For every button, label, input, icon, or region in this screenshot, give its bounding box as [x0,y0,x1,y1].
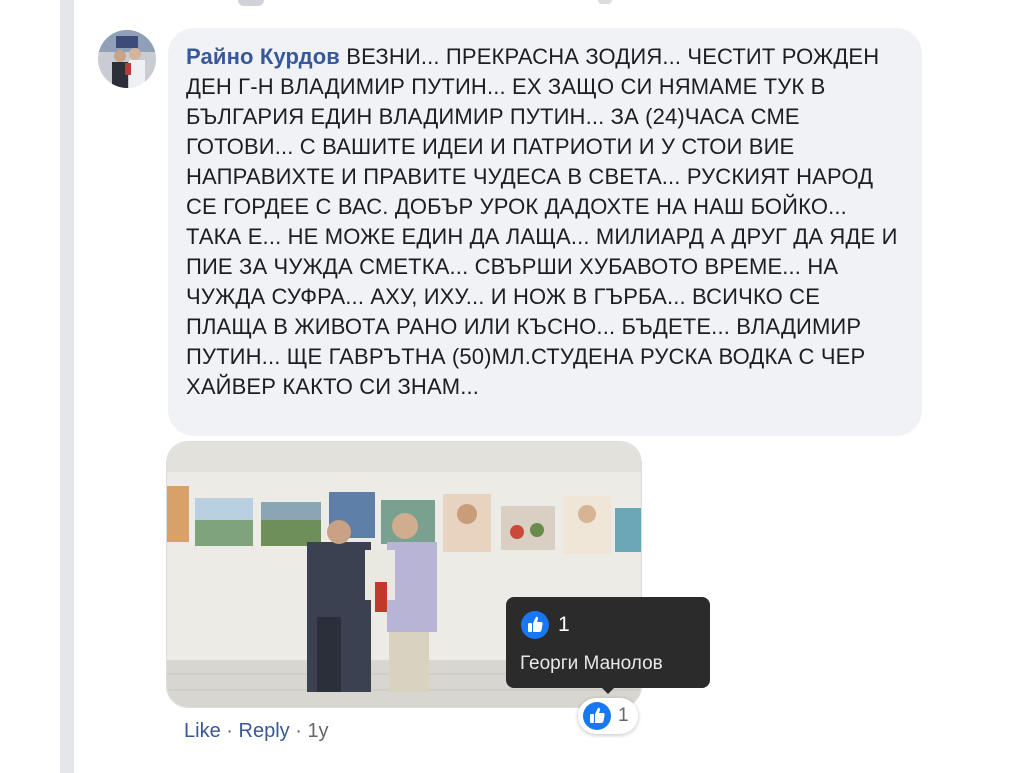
comment-actions: Like · Reply · 1y [184,718,329,744]
previous-comment-avatar-edge [238,0,264,6]
like-icon [583,702,611,730]
reaction-count: 1 [618,705,629,726]
comment-author-link[interactable]: Райно Курдов [186,44,340,69]
previous-comment-edge [598,0,612,4]
comment-bubble: Райно Курдов ВЕЗНИ... ПРЕКРАСНА ЗОДИЯ...… [168,28,922,436]
avatar[interactable] [98,30,156,88]
comment-timestamp[interactable]: 1y [307,720,328,742]
reactions-tooltip: 1 Георги Манолов [506,597,710,688]
avatar-photo [98,30,156,88]
separator-dot: · [295,720,302,742]
comment-body: Райно Курдов ВЕЗНИ... ПРЕКРАСНА ЗОДИЯ...… [186,42,902,402]
tooltip-caret [600,686,616,694]
reaction-count-pill[interactable]: 1 [578,698,638,734]
comment-text: ВЕЗНИ... ПРЕКРАСНА ЗОДИЯ... ЧЕСТИТ РОЖДЕ… [186,44,898,399]
like-icon [521,611,549,639]
reply-thread-line [60,0,74,773]
like-link[interactable]: Like [184,720,221,742]
reply-link[interactable]: Reply [239,720,290,742]
tooltip-like-count: 1 [558,613,570,636]
separator-dot: · [226,720,233,742]
tooltip-reactor-name: Георги Манолов [520,653,663,674]
